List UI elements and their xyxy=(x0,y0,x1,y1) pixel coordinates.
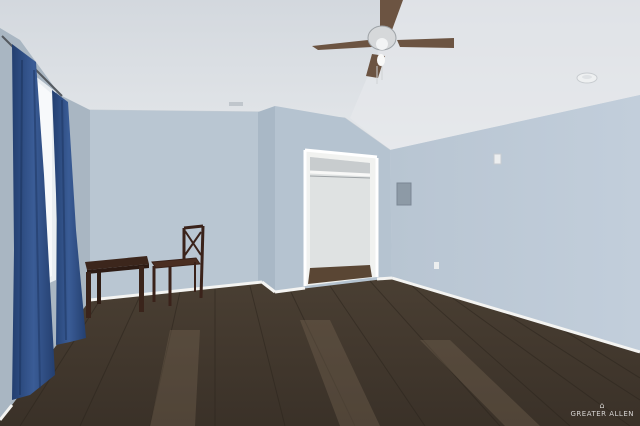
room-scene xyxy=(0,0,640,426)
back-wall xyxy=(90,110,262,300)
smoke-detector-icon xyxy=(576,72,598,84)
watermark-text: GREATER ALLEN xyxy=(570,410,634,418)
watermark-logo: ⌂ GREATER ALLEN xyxy=(571,402,635,418)
wall-corner-column xyxy=(258,106,275,290)
light-switch[interactable] xyxy=(493,153,502,165)
ceiling-vent xyxy=(229,102,243,106)
house-icon: ⌂ xyxy=(599,401,606,410)
closet[interactable] xyxy=(303,148,379,286)
wall-outlet xyxy=(434,262,439,269)
electrical-panel[interactable] xyxy=(396,182,412,206)
